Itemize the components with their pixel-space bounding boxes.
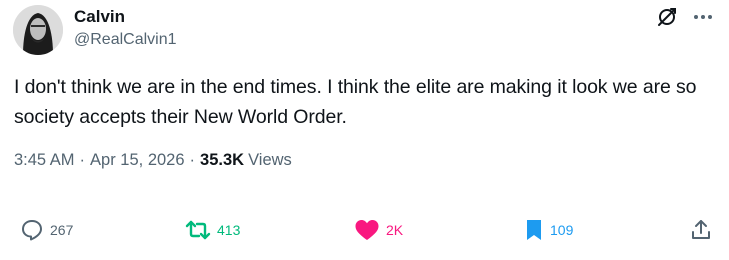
share-button[interactable] — [689, 218, 713, 242]
tweet-text: I don't think we are in the end times. I… — [14, 76, 697, 128]
like-icon — [355, 220, 379, 240]
action-bar: 267 413 2K 109 — [0, 215, 729, 245]
meta-separator: · — [79, 151, 86, 169]
views-label[interactable]: Views — [248, 151, 292, 170]
views-count[interactable]: 35.3K — [200, 151, 244, 170]
bookmark-icon — [527, 220, 541, 240]
top-right-controls — [655, 5, 715, 29]
more-icon[interactable] — [691, 5, 715, 29]
share-icon — [692, 220, 710, 239]
like-count: 2K — [386, 222, 404, 238]
tweet-meta: 3:45 AM · Apr 15, 2026 · 35.3K Views — [14, 151, 292, 170]
tweet-date[interactable]: Apr 15, 2026 — [90, 151, 185, 170]
like-button[interactable]: 2K — [354, 218, 403, 242]
author-handle[interactable]: @RealCalvin1 — [74, 31, 177, 49]
author-name[interactable]: Calvin — [74, 7, 125, 27]
grok-icon[interactable] — [655, 5, 679, 29]
reply-button[interactable]: 267 — [20, 218, 73, 242]
tweet-time[interactable]: 3:45 AM — [14, 151, 75, 170]
bookmark-button[interactable]: 109 — [524, 218, 573, 242]
meta-separator: · — [189, 151, 196, 169]
repost-button[interactable]: 413 — [185, 218, 240, 242]
avatar-image — [13, 5, 63, 55]
avatar[interactable] — [13, 5, 63, 55]
reply-icon — [22, 220, 42, 241]
bookmark-count: 109 — [550, 222, 574, 238]
repost-count: 413 — [217, 222, 241, 238]
reply-count: 267 — [50, 222, 74, 238]
repost-icon — [185, 220, 211, 240]
